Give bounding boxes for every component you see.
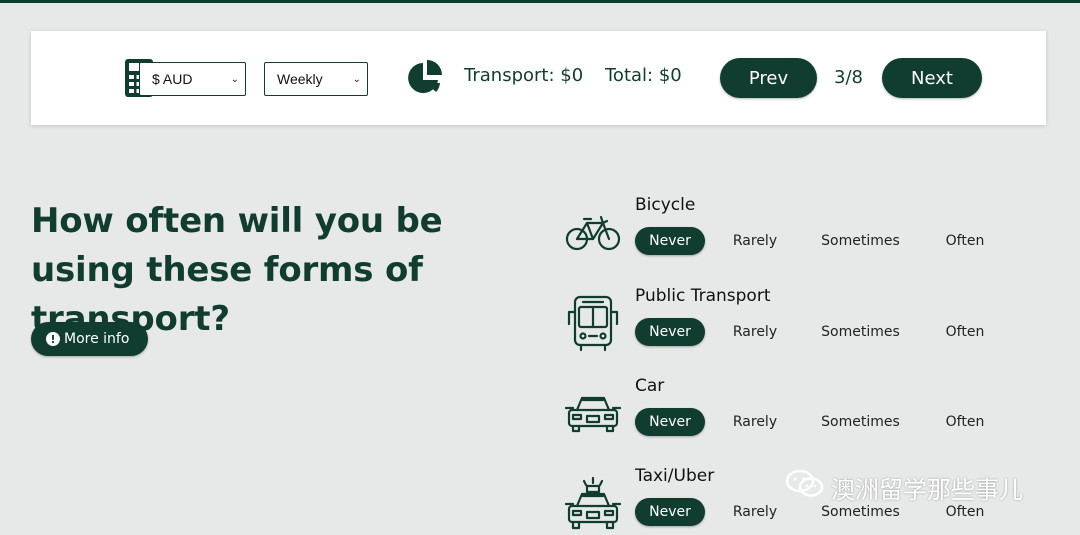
frequency-option-sometimes[interactable]: Sometimes bbox=[808, 227, 913, 255]
transport-row-car: Car Never Rarely Sometimes Often bbox=[560, 376, 1060, 456]
currency-select-value: $ AUD bbox=[152, 71, 193, 87]
wechat-icon bbox=[785, 469, 825, 505]
frequency-option-rarely[interactable]: Rarely bbox=[720, 318, 790, 346]
frequency-option-never[interactable]: Never bbox=[635, 408, 705, 436]
bus-icon bbox=[565, 294, 621, 356]
frequency-option-rarely[interactable]: Rarely bbox=[720, 498, 790, 526]
transport-label: Car bbox=[635, 376, 665, 396]
period-select[interactable]: Weekly ⌄ bbox=[264, 62, 368, 96]
chevron-down-icon: ⌄ bbox=[352, 73, 361, 85]
period-select-value: Weekly bbox=[277, 71, 323, 87]
info-icon: ! bbox=[46, 332, 60, 346]
transport-label: Taxi/Uber bbox=[635, 466, 715, 486]
currency-select[interactable]: $ AUD ⌄ bbox=[139, 62, 246, 96]
more-info-button[interactable]: ! More info bbox=[31, 322, 148, 356]
transport-row-public-transport: Public Transport Never Rarely Sometimes … bbox=[560, 286, 1060, 366]
car-icon bbox=[564, 394, 622, 438]
more-info-label: More info bbox=[64, 331, 130, 347]
frequency-option-often[interactable]: Often bbox=[930, 318, 1000, 346]
grand-total-text: Total: $0 bbox=[605, 65, 682, 86]
pie-chart-icon bbox=[406, 59, 444, 101]
next-button[interactable]: Next bbox=[882, 58, 982, 98]
watermark: 澳洲留学那些事儿 bbox=[785, 469, 1023, 505]
frequency-option-often[interactable]: Often bbox=[930, 408, 1000, 436]
taxi-icon bbox=[564, 476, 622, 535]
top-border bbox=[0, 0, 1080, 3]
transport-total-text: Transport: $0 bbox=[464, 65, 584, 86]
page-indicator: 3/8 bbox=[834, 67, 863, 88]
bicycle-icon bbox=[565, 215, 621, 255]
frequency-option-sometimes[interactable]: Sometimes bbox=[808, 408, 913, 436]
transport-label: Public Transport bbox=[635, 286, 771, 306]
chevron-down-icon: ⌄ bbox=[230, 73, 239, 85]
prev-button[interactable]: Prev bbox=[720, 58, 817, 98]
frequency-option-sometimes[interactable]: Sometimes bbox=[808, 318, 913, 346]
frequency-option-rarely[interactable]: Rarely bbox=[720, 227, 790, 255]
transport-row-bicycle: Bicycle Never Rarely Sometimes Often bbox=[560, 195, 1060, 275]
frequency-option-never[interactable]: Never bbox=[635, 498, 705, 526]
frequency-option-never[interactable]: Never bbox=[635, 227, 705, 255]
frequency-option-rarely[interactable]: Rarely bbox=[720, 408, 790, 436]
transport-label: Bicycle bbox=[635, 195, 696, 215]
frequency-option-often[interactable]: Often bbox=[930, 227, 1000, 255]
budget-toolbar: $ AUD ⌄ Weekly ⌄ Transport: $0 Total: $0… bbox=[31, 31, 1046, 125]
watermark-text: 澳洲留学那些事儿 bbox=[831, 475, 1023, 504]
frequency-option-never[interactable]: Never bbox=[635, 318, 705, 346]
